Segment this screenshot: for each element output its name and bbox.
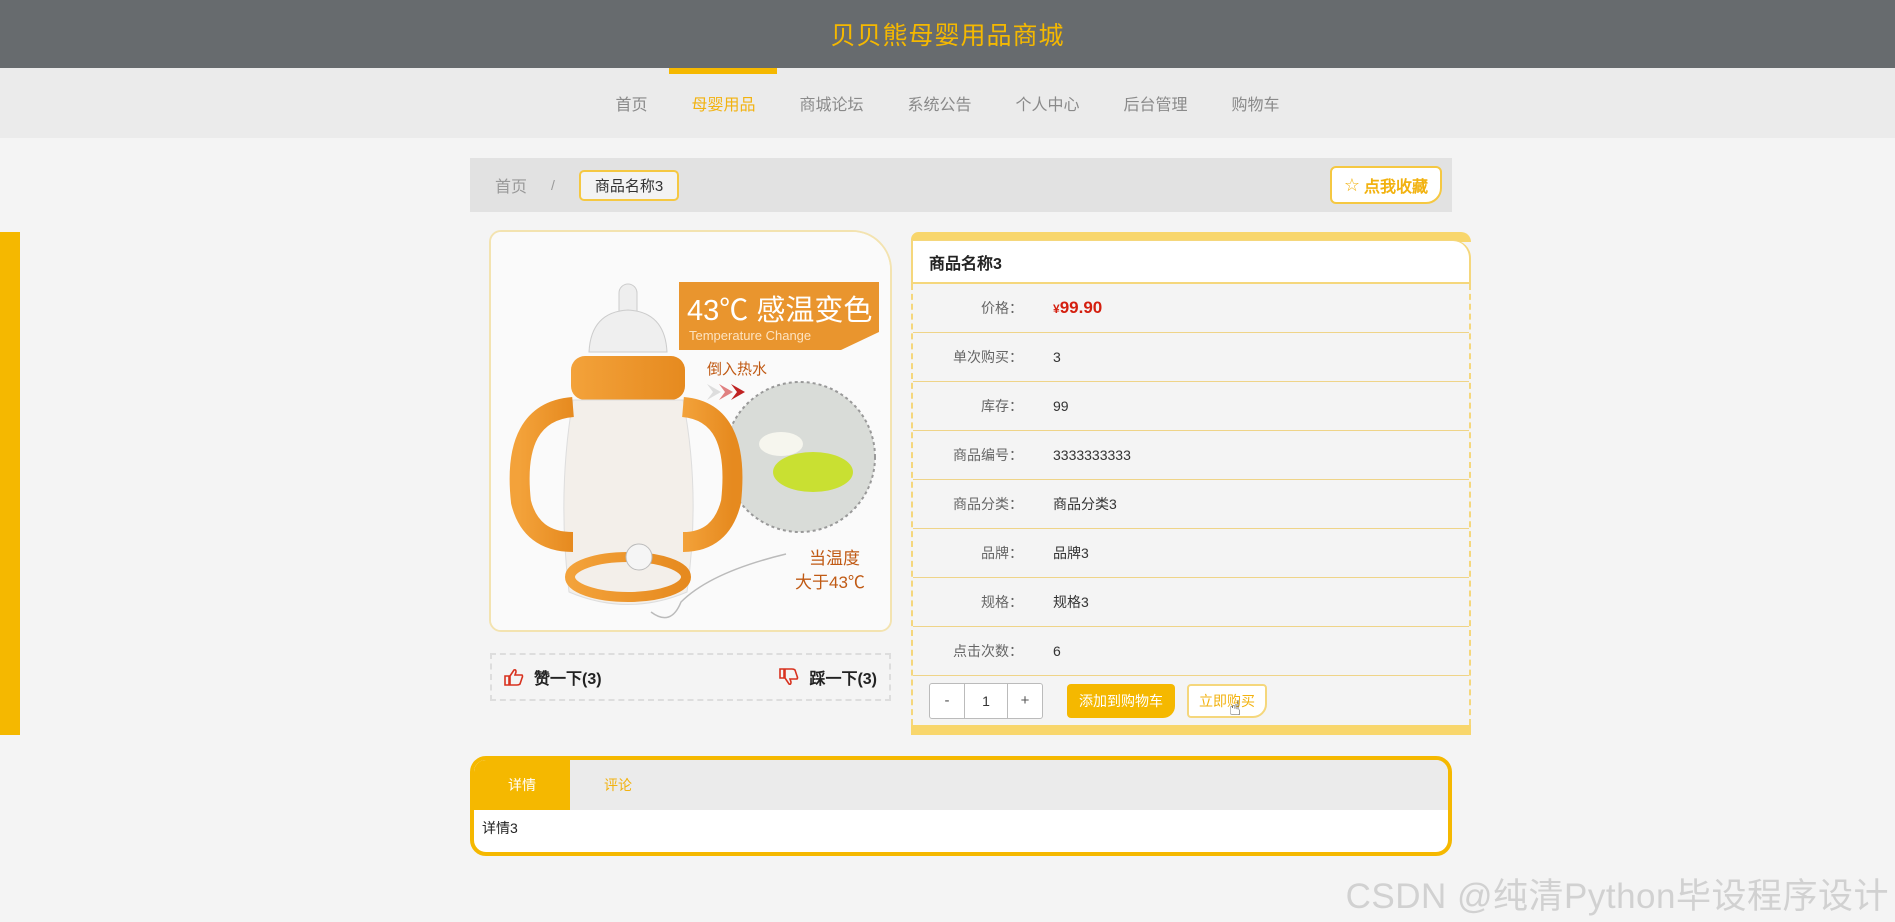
nav-item-forum[interactable]: 商城论坛: [777, 68, 885, 138]
info-row-brand: 品牌： 品牌3: [913, 529, 1469, 578]
svg-text:当温度: 当温度: [809, 549, 860, 568]
info-row-stock: 库存： 99: [913, 382, 1469, 431]
category-label: 商品分类：: [953, 496, 1023, 512]
quantity-stepper: - 1 +: [929, 682, 1043, 719]
price-value: ¥99.90: [1053, 298, 1103, 317]
single-purchase-label: 单次购买：: [953, 349, 1023, 365]
dislike-button[interactable]: 踩一下(3): [779, 665, 877, 689]
favorite-label: 点我收藏: [1363, 179, 1428, 196]
breadcrumb-separator: /: [551, 177, 555, 193]
nav-item-personal-center[interactable]: 个人中心: [994, 68, 1102, 138]
tab-bar: 详情 评论: [474, 760, 1448, 810]
breadcrumb: 首页 / 商品名称3 ☆ 点我收藏: [470, 158, 1452, 212]
svg-text:43℃ 感温变色: 43℃ 感温变色: [687, 294, 872, 327]
purchase-actions: - 1 + 添加到购物车 立即购买 ☝: [913, 676, 1469, 725]
thumbs-down-icon: [779, 668, 799, 686]
brand-value: 品牌3: [1053, 545, 1089, 561]
site-header: 贝贝熊母婴用品商城: [0, 0, 1895, 68]
info-row-price: 价格： ¥99.90: [913, 284, 1469, 333]
nav-item-cart[interactable]: 购物车: [1210, 68, 1302, 138]
info-row-product-code: 商品编号： 3333333333: [913, 431, 1469, 480]
vote-box: 赞一下(3) 踩一下(3): [490, 653, 891, 701]
thumbs-up-icon: [504, 668, 524, 686]
product-code-label: 商品编号：: [953, 447, 1023, 463]
baby-bottle-illustration: 43℃ 感温变色 Temperature Change 倒入热水 当温度 大于4…: [491, 232, 890, 630]
site-title: 贝贝熊母婴用品商城: [830, 22, 1065, 50]
info-bottom-accent: [911, 725, 1471, 735]
tab-comments[interactable]: 评论: [570, 760, 666, 810]
star-outline-icon: ☆: [1343, 174, 1360, 195]
hand-cursor-icon: ☝: [1229, 697, 1242, 720]
main-nav: 首页 母婴用品 商城论坛 系统公告 个人中心 后台管理 购物车: [0, 68, 1895, 138]
dislike-label: 踩一下(3): [809, 671, 877, 688]
detail-tabs-panel: 详情 评论 详情3: [470, 756, 1452, 856]
spec-value: 规格3: [1053, 594, 1089, 610]
buy-now-label: 立即购买: [1199, 692, 1255, 709]
add-to-cart-button[interactable]: 添加到购物车: [1067, 683, 1175, 718]
info-row-single-purchase: 单次购买： 3: [913, 333, 1469, 382]
buy-now-button[interactable]: 立即购买 ☝: [1187, 683, 1267, 720]
breadcrumb-current: 商品名称3: [578, 169, 680, 201]
like-label: 赞一下(3): [534, 671, 602, 688]
product-image: 43℃ 感温变色 Temperature Change 倒入热水 当温度 大于4…: [489, 230, 892, 632]
price-label: 价格：: [981, 300, 1023, 316]
watermark: CSDN @纯清Python毕设程序设计: [1345, 877, 1889, 916]
svg-text:大于43℃: 大于43℃: [795, 573, 865, 592]
tab-content: 详情3: [482, 820, 518, 836]
stock-label: 库存：: [981, 398, 1023, 414]
product-info-panel: 商品名称3 价格： ¥99.90 单次购买： 3 库存： 99 商品编号： 33…: [911, 232, 1471, 735]
nav-item-baby-products[interactable]: 母婴用品: [669, 68, 778, 138]
left-accent-bar: [0, 232, 20, 735]
spec-label: 规格：: [981, 594, 1023, 610]
stock-value: 99: [1053, 398, 1069, 414]
breadcrumb-home[interactable]: 首页: [495, 173, 527, 197]
svg-text:倒入热水: 倒入热水: [707, 361, 767, 378]
favorite-button[interactable]: ☆ 点我收藏: [1329, 166, 1442, 204]
info-row-category: 商品分类： 商品分类3: [913, 480, 1469, 529]
quantity-input[interactable]: 1: [964, 683, 1008, 718]
tab-details[interactable]: 详情: [474, 760, 570, 810]
product-name: 商品名称3: [911, 240, 1471, 284]
like-button[interactable]: 赞一下(3): [504, 665, 602, 689]
product-info-body: 价格： ¥99.90 单次购买： 3 库存： 99 商品编号： 33333333…: [911, 284, 1471, 725]
info-row-spec: 规格： 规格3: [913, 578, 1469, 627]
nav-item-home[interactable]: 首页: [593, 68, 669, 138]
brand-label: 品牌：: [981, 545, 1023, 561]
category-value: 商品分类3: [1053, 496, 1117, 512]
product-code-value: 3333333333: [1053, 447, 1131, 463]
quantity-plus-button[interactable]: +: [1008, 684, 1042, 718]
nav-item-announcements[interactable]: 系统公告: [885, 68, 993, 138]
nav-item-admin[interactable]: 后台管理: [1102, 68, 1210, 138]
info-row-clicks: 点击次数： 6: [913, 627, 1469, 676]
svg-text:Temperature Change: Temperature Change: [689, 328, 811, 343]
clicks-label: 点击次数：: [953, 643, 1023, 659]
quantity-minus-button[interactable]: -: [930, 684, 964, 718]
single-purchase-value: 3: [1053, 349, 1061, 365]
clicks-value: 6: [1053, 643, 1061, 659]
